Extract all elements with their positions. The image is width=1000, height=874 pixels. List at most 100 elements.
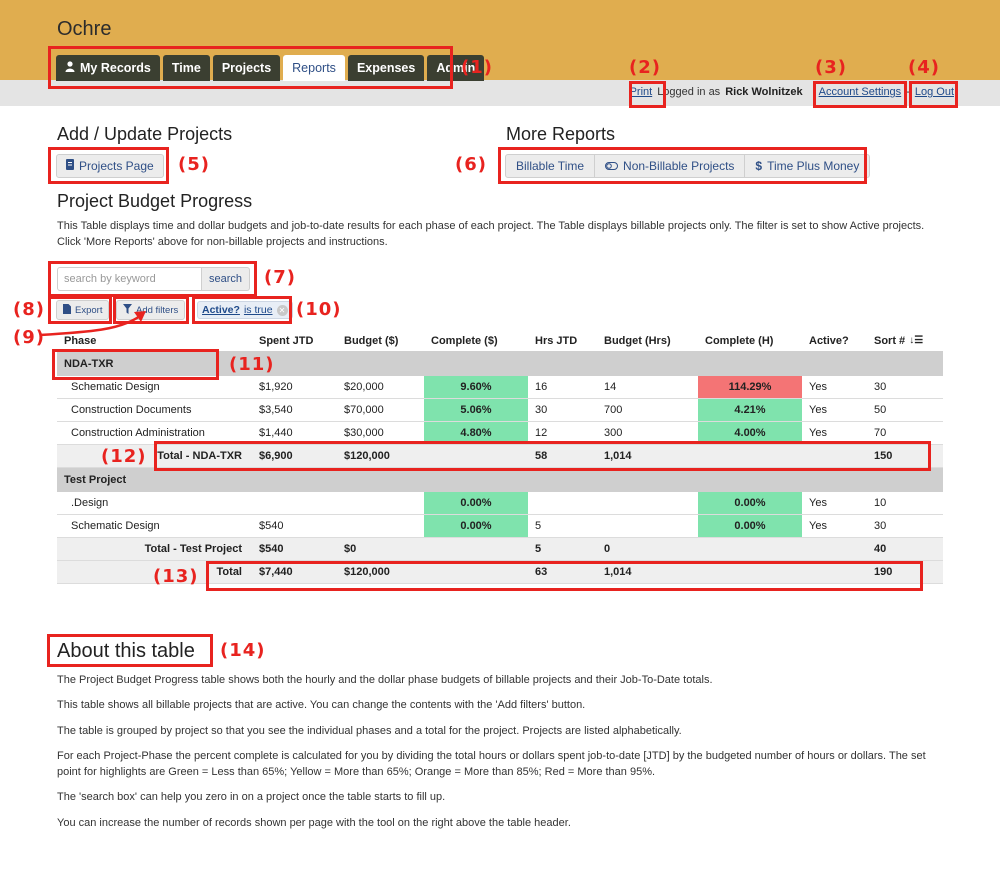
- total-budget: $0: [344, 543, 357, 555]
- cell-complete-dollars: 0.00%: [424, 492, 528, 514]
- col-complete-dollars[interactable]: Complete ($): [424, 330, 528, 351]
- user-links: Print Logged in as Rick Wolnitzek Accoun…: [630, 86, 954, 98]
- grand-total-hrs: 63: [535, 566, 548, 578]
- cell-hrs: 12: [535, 427, 548, 439]
- group-name: Test Project: [64, 474, 127, 486]
- cell-sort: 50: [874, 404, 887, 416]
- cell-budget: $70,000: [344, 404, 384, 416]
- add-filters-button[interactable]: Add filters: [116, 300, 186, 320]
- active-filter-chip[interactable]: Active? is true ✕: [197, 301, 293, 319]
- table-row[interactable]: Construction Documents $3,540 $70,000 5.…: [57, 399, 943, 422]
- total-budget: $120,000: [344, 450, 390, 462]
- total-budget-hrs: 1,014: [604, 450, 632, 462]
- total-complete-hrs: [698, 445, 802, 467]
- cell-hrs: 30: [535, 404, 548, 416]
- budget-table: Phase Spent JTD Budget ($) Complete ($) …: [57, 330, 943, 584]
- remove-filter-icon[interactable]: ✕: [276, 304, 288, 316]
- table-row[interactable]: Schematic Design $540 0.00% 5 0.00% Yes …: [57, 515, 943, 538]
- col-budget-hrs[interactable]: Budget (Hrs): [597, 330, 698, 351]
- table-row[interactable]: .Design 0.00% 0.00% Yes 10: [57, 492, 943, 515]
- non-billable-projects-button[interactable]: Non-Billable Projects: [595, 155, 746, 177]
- grand-total-budget-hrs: 1,014: [604, 566, 632, 578]
- billable-time-label: Billable Time: [516, 159, 585, 173]
- cell-spent: $1,920: [259, 381, 293, 393]
- sort-descending-icon: ↓☰: [909, 335, 924, 346]
- logout-link[interactable]: Log Out: [915, 86, 954, 98]
- cell-active: Yes: [809, 404, 827, 416]
- col-sort[interactable]: Sort # ↓☰: [867, 330, 943, 351]
- grand-total-complete-hrs: [698, 561, 802, 583]
- col-budget-dollars[interactable]: Budget ($): [337, 330, 424, 351]
- total-hrs: 5: [535, 543, 542, 555]
- projects-page-button[interactable]: Projects Page: [56, 154, 164, 178]
- cell-budget-hrs: [597, 515, 698, 537]
- table-row[interactable]: Schematic Design $1,920 $20,000 9.60% 16…: [57, 376, 943, 399]
- cell-phase: Construction Documents: [71, 404, 192, 416]
- about-paragraph: The Project Budget Progress table shows …: [57, 674, 713, 686]
- search-button[interactable]: search: [202, 267, 250, 291]
- filter-icon: [123, 303, 132, 317]
- about-paragraph: For each Project-Phase the percent compl…: [57, 750, 926, 778]
- table-row[interactable]: Construction Administration $1,440 $30,0…: [57, 422, 943, 445]
- tab-projects[interactable]: Projects: [212, 55, 281, 81]
- col-hrs-jtd[interactable]: Hrs JTD: [528, 330, 597, 351]
- time-plus-money-button[interactable]: $ Time Plus Money: [745, 155, 869, 177]
- cell-complete-dollars: 9.60%: [424, 376, 528, 398]
- cell-complete-hrs: 0.00%: [698, 515, 802, 537]
- group-row: NDA-TXR: [57, 352, 943, 376]
- total-complete-hrs: [698, 538, 802, 560]
- export-button[interactable]: Export: [56, 300, 110, 320]
- total-active: [802, 538, 867, 560]
- cell-budget-hrs: 700: [604, 404, 623, 416]
- cell-hrs: [528, 492, 597, 514]
- document-icon: [66, 159, 74, 173]
- tab-reports[interactable]: Reports: [283, 55, 345, 81]
- cell-complete-dollars: 0.00%: [424, 515, 528, 537]
- annotation-label-4: (4): [908, 57, 940, 78]
- grand-total-budget: $120,000: [344, 566, 390, 578]
- cell-spent: $1,440: [259, 427, 293, 439]
- tab-expenses[interactable]: Expenses: [347, 55, 425, 81]
- cell-complete-hrs: 0.00%: [698, 492, 802, 514]
- print-link[interactable]: Print: [630, 86, 653, 98]
- cell-spent: [252, 492, 337, 514]
- add-filters-label: Add filters: [136, 304, 179, 316]
- annotation-label-12: (12): [101, 446, 147, 467]
- cell-active: Yes: [809, 520, 827, 532]
- annotation-label-2: (2): [629, 57, 661, 78]
- cell-budget: $30,000: [344, 427, 384, 439]
- total-sort: 150: [874, 450, 893, 462]
- account-settings-link[interactable]: Account Settings: [819, 86, 902, 98]
- col-complete-hrs[interactable]: Complete (H): [698, 330, 802, 351]
- col-phase[interactable]: Phase: [57, 330, 252, 351]
- tab-my-records[interactable]: My Records: [56, 55, 160, 81]
- main-nav: My Records Time Projects Reports Expense…: [56, 55, 485, 82]
- col-spent-jtd[interactable]: Spent JTD: [252, 330, 337, 351]
- total-sort: 40: [874, 543, 887, 555]
- cell-budget-hrs: 300: [604, 427, 623, 439]
- app-brand: Ochre: [57, 18, 112, 40]
- cell-complete-hrs: 114.29%: [698, 376, 802, 398]
- cell-active: Yes: [809, 497, 827, 509]
- total-label: Total - Test Project: [144, 543, 242, 555]
- budget-progress-heading: Project Budget Progress: [57, 191, 253, 211]
- col-active[interactable]: Active?: [802, 330, 867, 351]
- more-reports-heading: More Reports: [506, 124, 616, 144]
- annotation-label-10: (10): [296, 299, 342, 320]
- total-row: Total - NDA-TXR $6,900 $120,000 58 1,014…: [57, 445, 943, 468]
- annotation-label-11: (11): [229, 354, 275, 375]
- billable-time-button[interactable]: Billable Time: [506, 155, 596, 177]
- dollar-icon: $: [755, 159, 763, 173]
- about-paragraph: The table is grouped by project so that …: [57, 725, 682, 737]
- about-paragraph: This table shows all billable projects t…: [57, 699, 586, 711]
- tab-time[interactable]: Time: [162, 55, 210, 81]
- cell-spent: $3,540: [259, 404, 293, 416]
- grand-total-spent: $7,440: [259, 566, 293, 578]
- grand-total-active: [802, 561, 867, 583]
- logged-in-label: Logged in as: [657, 86, 721, 98]
- search-input[interactable]: [57, 267, 202, 291]
- annotation-label-5: (5): [178, 154, 210, 175]
- user-name: Rick Wolnitzek: [725, 86, 803, 98]
- total-active: [802, 445, 867, 467]
- about-paragraph: The 'search box' can help you zero in on…: [57, 791, 446, 803]
